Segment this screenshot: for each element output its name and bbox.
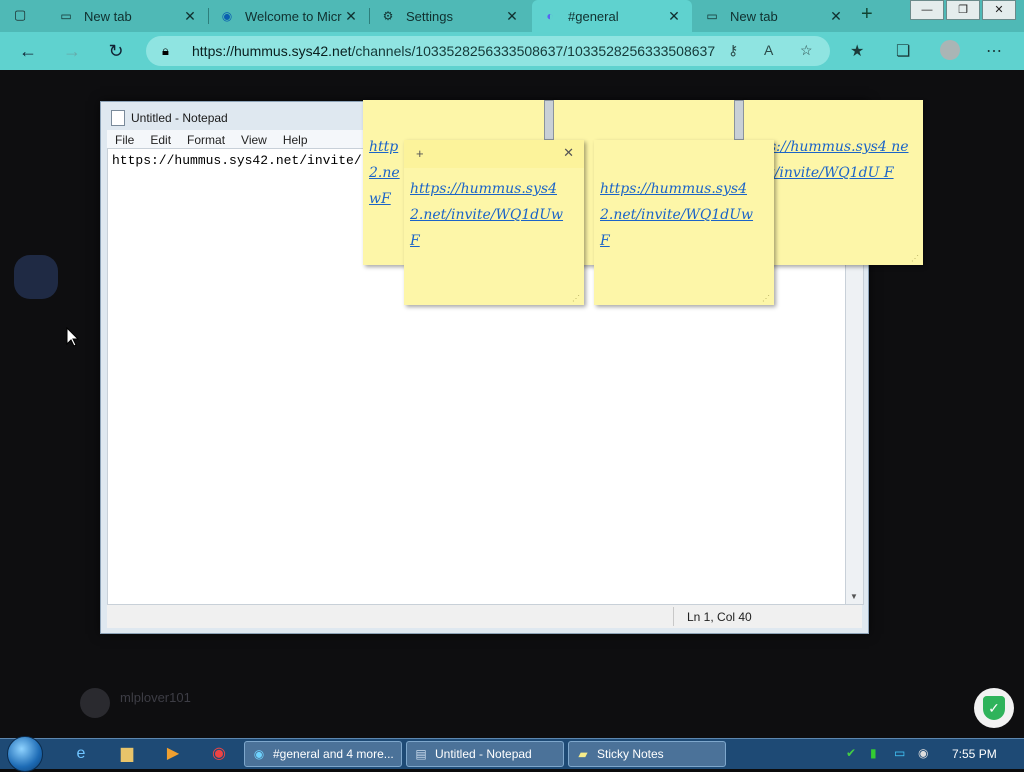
menu-edit[interactable]: Edit [142,130,179,148]
address-bar[interactable]: 🔒︎ https://hummus.sys42.net/channels/103… [146,36,830,66]
server-icon[interactable] [14,255,58,299]
tray-record-icon[interactable]: ◉ [918,746,928,760]
resize-grip-icon[interactable]: ⋰ [911,254,919,263]
shield-check-icon: ✓ [983,696,1005,720]
close-icon[interactable]: ✕ [343,8,359,25]
sticky-note-text[interactable]: https://hummus.sys42.net/invite/WQ1dUwF [410,176,570,254]
more-menu-icon[interactable]: ⋯ [986,41,1002,61]
taskbar-clock[interactable]: 7:55 PM [952,747,997,761]
page-icon: ▭ [60,9,72,23]
security-shield-button[interactable]: ✓ [974,688,1014,728]
menu-format[interactable]: Format [179,130,233,148]
taskbar-task-sticky-notes[interactable]: ▰ Sticky Notes [568,741,726,767]
url-path: /channels/1033528256333508637/1033528256… [351,43,716,59]
close-icon[interactable]: ✕ [504,8,520,25]
tab-new-tab-1[interactable]: ▭ New tab ✕ [48,0,208,32]
sticky-note-text[interactable]: s://hummus.sys4 net/invite/WQ1dU F [769,134,917,186]
menu-help[interactable]: Help [275,130,316,148]
note-edge [734,100,744,140]
minimize-button[interactable]: — [910,0,944,20]
close-icon[interactable]: ✕ [666,8,682,25]
mouse-cursor-icon [66,327,80,347]
tab-actions-icon[interactable]: ▢ [14,7,30,23]
new-tab-button[interactable]: + [861,3,873,26]
forward-button[interactable]: → [62,41,82,61]
maximize-button[interactable]: ❐ [946,0,980,20]
taskbar: e ▆ ▶ ◉ ◉ #general and 4 more... ▤ Untit… [0,736,1024,772]
add-favorite-icon[interactable]: ☆ [800,42,813,59]
chrome-icon[interactable]: ◉ [208,743,230,765]
tab-label: New tab [730,8,778,24]
notepad-icon [111,110,125,126]
sticky-note-active[interactable]: + ✕ https://hummus.sys42.net/invite/WQ1d… [404,140,584,305]
url-host: https://hummus.sys42.net [192,43,352,59]
menu-file[interactable]: File [107,130,142,148]
scroll-down-icon[interactable]: ▼ [850,592,858,601]
resize-grip-icon[interactable]: ⋰ [572,294,580,303]
tab-label: New tab [84,8,132,24]
tray-display-icon[interactable]: ▭ [894,746,905,760]
key-icon[interactable]: ⚷ [728,42,738,59]
browser-tab-bar: ▢ ▭ New tab ✕ ◉ Welcome to Micr ✕ ⚙ Sett… [0,0,1024,32]
sticky-note-header: + ✕ [404,140,584,168]
notepad-title-bar: Untitled - Notepad [111,110,228,126]
close-window-button[interactable]: ✕ [982,0,1016,20]
start-button[interactable] [7,736,43,772]
profile-avatar[interactable] [940,40,960,60]
refresh-button[interactable]: ↻ [106,41,126,61]
close-icon[interactable]: ✕ [182,8,198,25]
favorites-icon[interactable]: ★ [850,41,864,61]
explorer-icon[interactable]: ▆ [116,743,138,765]
sticky-note-text[interactable]: http 2.ne wF [369,134,409,212]
task-label: Sticky Notes [597,747,664,761]
sticky-notes-icon: ▰ [578,747,588,761]
sticky-note-text[interactable]: https://hummus.sys42.net/invite/WQ1dUwF [600,176,760,254]
edge-icon: ◉ [221,9,233,23]
status-divider [673,607,674,626]
edge-icon: ◉ [253,747,265,761]
close-icon[interactable]: ✕ [563,145,574,161]
tab-new-tab-2[interactable]: ▭ New tab ✕ [694,0,854,32]
media-player-icon[interactable]: ▶ [162,743,184,765]
tab-label: Welcome to Micr [245,8,342,24]
tab-label: Settings [406,8,453,24]
window-controls: — ❐ ✕ [908,0,1016,20]
tray-network-icon[interactable]: ▮ [870,746,877,760]
menu-view[interactable]: View [233,130,275,148]
notepad-status-bar: Ln 1, Col 40 [107,604,862,628]
tab-label: #general [568,8,619,24]
add-note-icon[interactable]: + [416,146,424,161]
user-avatar[interactable] [80,688,110,718]
notepad-content: https://hummus.sys42.net/invite/ [112,153,362,168]
tab-general[interactable]: ◐ #general ✕ [532,0,692,32]
task-label: #general and 4 more... [273,747,394,761]
taskbar-task-edge[interactable]: ◉ #general and 4 more... [244,741,402,767]
ie-icon[interactable]: e [70,743,92,765]
back-button[interactable]: ← [18,41,38,61]
tab-welcome-edge[interactable]: ◉ Welcome to Micr ✕ [209,0,369,32]
tray-shield-icon[interactable]: ✔ [846,746,856,760]
page-icon: ▭ [706,9,718,23]
resize-grip-icon[interactable]: ⋰ [762,294,770,303]
browser-toolbar: ← → ↻ 🔒︎ https://hummus.sys42.net/channe… [0,32,1024,70]
sticky-note-second[interactable]: https://hummus.sys42.net/invite/WQ1dUwF … [594,140,774,305]
task-label: Untitled - Notepad [435,747,532,761]
notepad-title: Untitled - Notepad [131,111,228,125]
notepad-icon: ▤ [415,747,427,761]
url-text: https://hummus.sys42.net/channels/103352… [192,43,715,59]
username-label: mlplover101 [120,690,191,705]
note-edge [544,100,554,140]
read-aloud-icon[interactable]: A [764,42,773,58]
taskbar-task-notepad[interactable]: ▤ Untitled - Notepad [406,741,564,767]
tab-settings[interactable]: ⚙ Settings ✕ [370,0,530,32]
collections-icon[interactable]: ❏ [896,41,910,61]
lock-icon[interactable]: 🔒︎ [162,43,169,59]
discord-icon: ◐ [546,9,554,23]
gear-icon: ⚙ [382,9,394,23]
cursor-position: Ln 1, Col 40 [687,610,752,624]
close-icon[interactable]: ✕ [828,8,844,25]
